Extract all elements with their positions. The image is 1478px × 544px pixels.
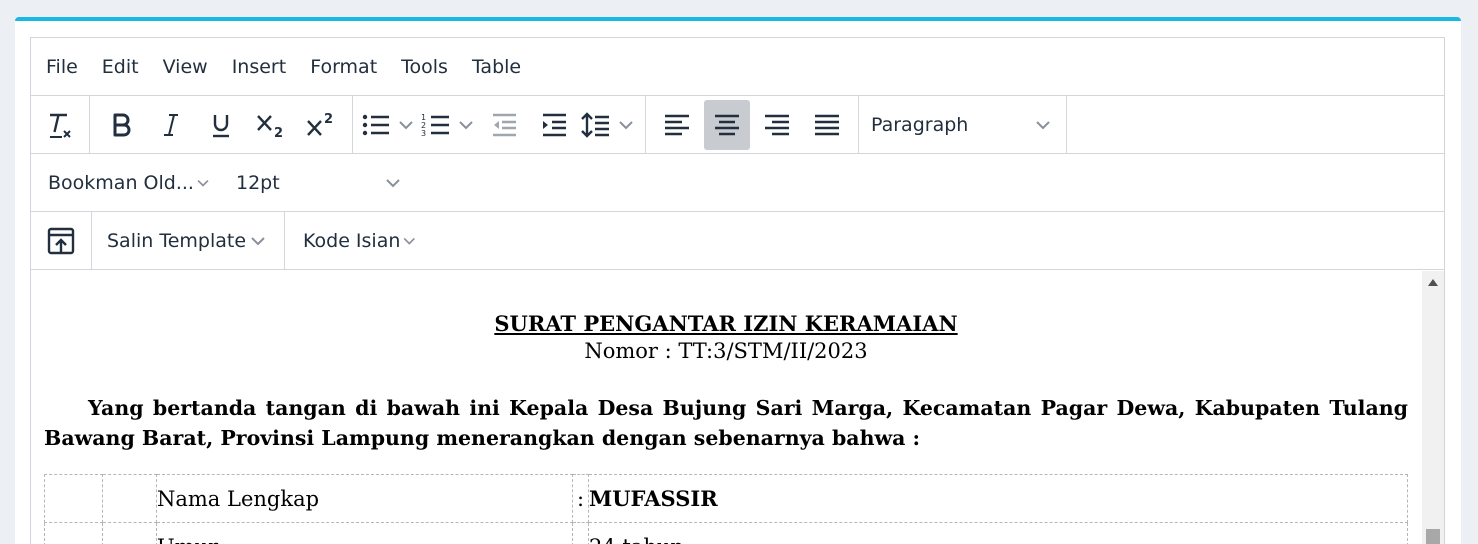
toolbar-group-text-style: 2 2 (90, 96, 353, 153)
menu-file[interactable]: File (34, 47, 90, 87)
superscript-icon: 2 (307, 112, 333, 136)
vertical-scrollbar[interactable] (1422, 271, 1444, 544)
field-separator: : (572, 522, 589, 544)
font-family-label: Bookman Old... (48, 171, 194, 194)
toolbar-group-kode: Kode Isian (285, 212, 437, 269)
triangle-up-icon (1428, 279, 1438, 286)
outdent-button[interactable] (481, 100, 527, 150)
align-center-icon (715, 114, 739, 135)
svg-text:3: 3 (421, 129, 426, 138)
chevron-down-icon (404, 237, 416, 245)
field-separator: : (572, 474, 589, 523)
superscript-button[interactable]: 2 (298, 100, 344, 150)
menu-insert[interactable]: Insert (220, 47, 299, 87)
clear-formatting-icon (50, 113, 71, 138)
salin-template-label: Salin Template (107, 229, 247, 252)
rich-text-editor: File Edit View Insert Format Tools Table… (30, 37, 1445, 544)
menu-edit[interactable]: Edit (90, 47, 151, 87)
align-justify-icon (815, 114, 839, 135)
chevron-down-icon (459, 120, 473, 129)
bold-icon (113, 113, 131, 136)
editor-content[interactable]: SURAT PENGANTAR IZIN KERAMAIAN Nomor : T… (31, 271, 1444, 544)
upload-window-icon (47, 227, 75, 254)
chevron-down-icon (251, 236, 265, 245)
subscript-button[interactable]: 2 (248, 100, 294, 150)
chevron-down-icon (399, 120, 413, 129)
table-row: Nama Lengkap : MUFASSIR (44, 474, 1408, 523)
italic-icon (164, 113, 178, 136)
document-title: SURAT PENGANTAR IZIN KERAMAIAN (494, 311, 958, 336)
underline-button[interactable] (198, 100, 244, 150)
menubar: File Edit View Insert Format Tools Table (31, 38, 1444, 96)
underline-icon (213, 114, 229, 137)
line-height-button[interactable] (581, 100, 637, 150)
block-format-label: Paragraph (871, 113, 969, 136)
kode-isian-menu[interactable]: Kode Isian (291, 216, 431, 266)
kode-isian-label: Kode Isian (303, 229, 401, 252)
field-value: MUFASSIR (588, 474, 1408, 523)
open-template-button[interactable] (38, 216, 84, 266)
scroll-up-button[interactable] (1422, 277, 1444, 293)
block-format-select[interactable]: Paragraph (859, 100, 1066, 150)
clear-formatting-button[interactable] (37, 100, 83, 150)
chevron-down-icon (1036, 120, 1050, 129)
menu-table[interactable]: Table (460, 47, 533, 87)
numbered-list-button[interactable]: 123 (421, 100, 477, 150)
menu-view[interactable]: View (151, 47, 220, 87)
numbered-list-icon: 123 (421, 113, 449, 138)
chevron-down-icon (197, 179, 209, 187)
document-number: Nomor : TT:3/STM/II/2023 (584, 339, 868, 363)
toolbar-group-open (31, 212, 92, 269)
table-cell (102, 474, 157, 523)
font-size-label: 12pt (236, 171, 280, 194)
bold-button[interactable] (98, 100, 144, 150)
table-row: Umur : 24 tahun (44, 522, 1408, 544)
indent-icon (543, 113, 566, 136)
menu-format[interactable]: Format (298, 47, 389, 87)
toolbar-group-font: Bookman Old... 12pt (31, 154, 421, 211)
indent-button[interactable] (531, 100, 577, 150)
table-cell (44, 474, 103, 523)
align-right-icon (765, 114, 789, 135)
salin-template-menu[interactable]: Salin Template (95, 216, 281, 266)
toolbar-row-2: Bookman Old... 12pt (31, 154, 1444, 212)
info-table: Nama Lengkap : MUFASSIR Umur : 24 tahun (44, 474, 1408, 544)
font-size-select[interactable]: 12pt (224, 158, 416, 208)
menu-tools[interactable]: Tools (389, 47, 460, 87)
align-left-icon (665, 114, 689, 135)
table-cell (44, 522, 103, 544)
toolbar-group-block: Paragraph (859, 96, 1067, 153)
bullet-list-button[interactable] (361, 100, 417, 150)
toolbar-row-1: 2 2 123 Paragraph (31, 96, 1444, 154)
field-label: Umur (156, 522, 573, 544)
svg-text:2: 2 (274, 126, 283, 139)
toolbar-row-3: Salin Template Kode Isian (31, 212, 1444, 270)
align-justify-button[interactable] (804, 100, 850, 150)
line-height-icon (581, 111, 609, 138)
toolbar-group-align (646, 96, 859, 153)
align-center-button[interactable] (704, 99, 750, 150)
document-paragraph: Yang bertanda tangan di bawah ini Kepala… (44, 396, 1408, 450)
chevron-down-icon (386, 178, 400, 187)
align-right-button[interactable] (754, 100, 800, 150)
toolbar-group-clear (31, 96, 90, 153)
subscript-icon: 2 (257, 114, 283, 139)
chevron-down-icon (619, 120, 633, 129)
toolbar-group-salin: Salin Template (92, 212, 285, 269)
table-cell (102, 522, 157, 544)
scrollbar-thumb[interactable] (1426, 529, 1440, 544)
toolbar-group-lists: 123 (353, 96, 646, 153)
field-value: 24 tahun (588, 522, 1408, 544)
italic-button[interactable] (148, 100, 194, 150)
font-family-select[interactable]: Bookman Old... (36, 158, 224, 208)
svg-text:2: 2 (324, 112, 333, 127)
field-label: Nama Lengkap (156, 474, 573, 523)
align-left-button[interactable] (654, 100, 700, 150)
outdent-icon (493, 113, 516, 136)
bullet-list-icon (362, 114, 389, 135)
